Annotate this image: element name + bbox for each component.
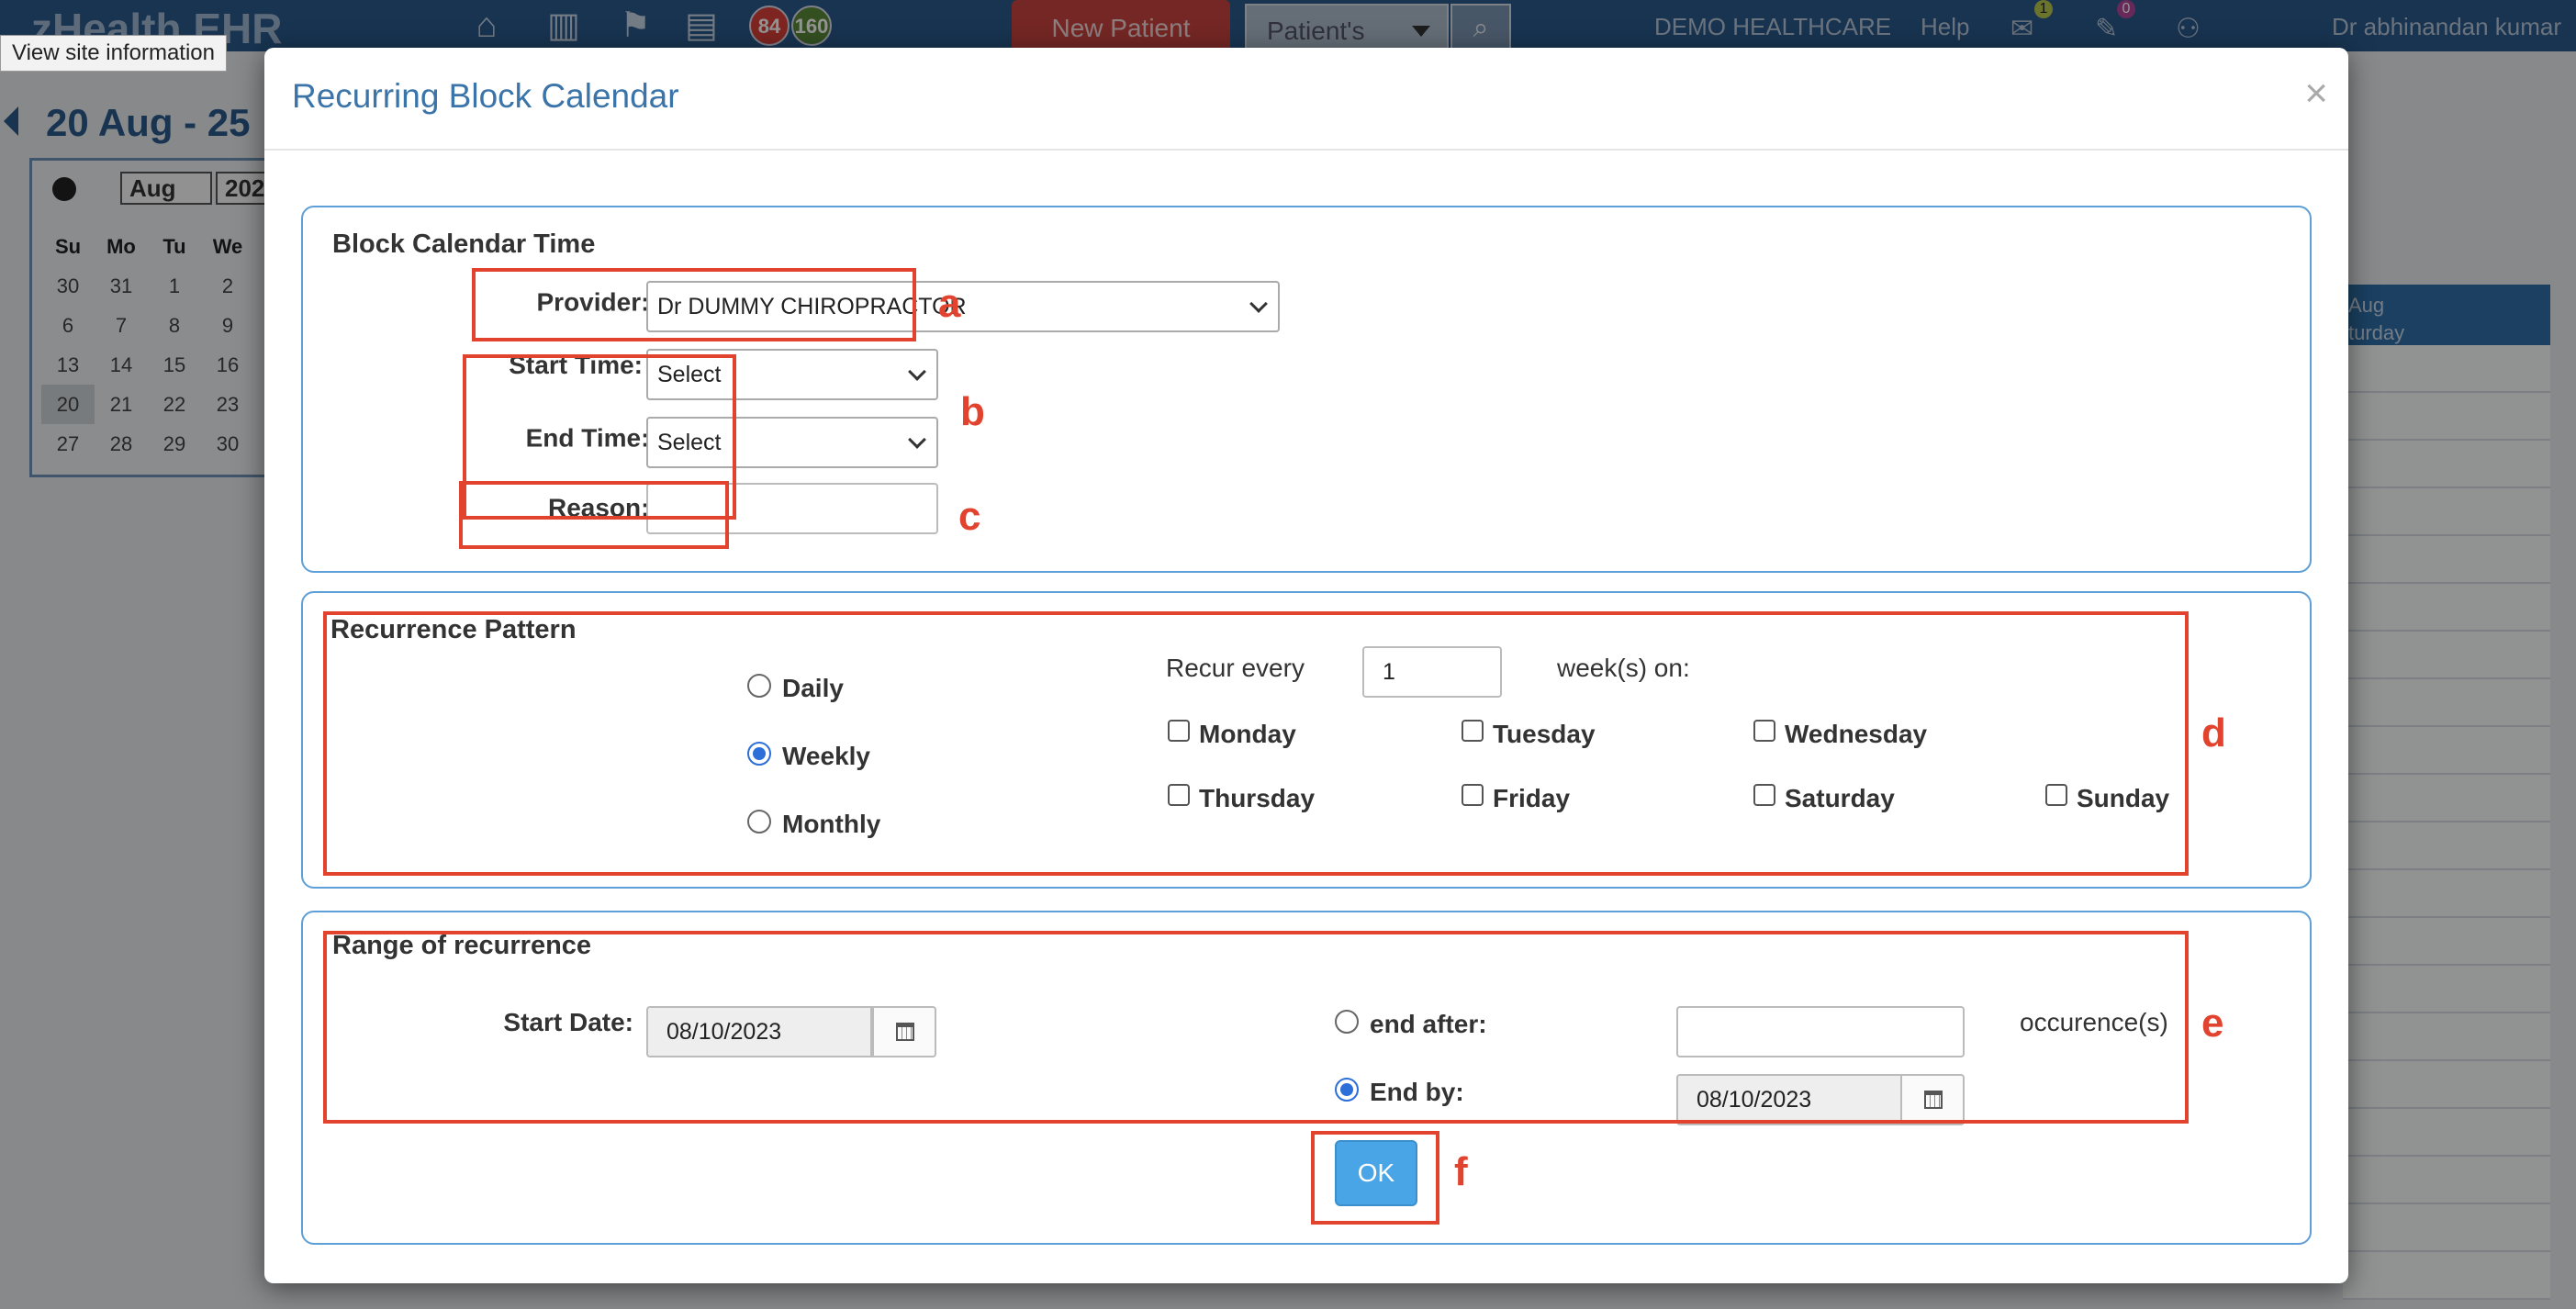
annotation-box-f [1311, 1131, 1439, 1225]
annotation-label-b: b [960, 389, 985, 434]
annotation-box-d [323, 611, 2189, 876]
modal-title: Recurring Block Calendar [292, 77, 679, 115]
annotation-label-e: e [2201, 1001, 2224, 1046]
annotation-box-c [459, 481, 729, 549]
annotation-label-d: d [2201, 710, 2226, 755]
annotation-box-a [472, 268, 916, 341]
section-title: Block Calendar Time [332, 229, 596, 259]
site-info-tooltip: View site information [0, 35, 227, 72]
annotation-label-a: a [938, 281, 961, 326]
recurring-block-calendar-dialog: Recurring Block Calendar × Block Calenda… [264, 48, 2348, 1283]
annotation-label-c: c [958, 494, 981, 539]
chevron-down-icon [908, 431, 926, 449]
chevron-down-icon [908, 363, 926, 381]
annotation-box-e [323, 931, 2189, 1124]
annotation-label-f: f [1454, 1149, 1468, 1194]
chevron-down-icon [1249, 295, 1268, 313]
close-icon[interactable]: × [2304, 73, 2328, 114]
modal-header: Recurring Block Calendar × [264, 48, 2348, 151]
